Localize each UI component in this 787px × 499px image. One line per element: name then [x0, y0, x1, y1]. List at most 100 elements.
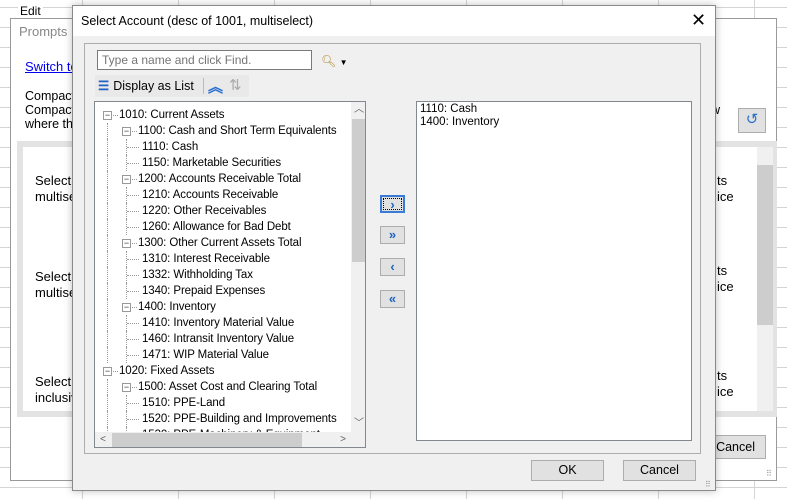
collapse-icon[interactable]: −: [122, 383, 131, 392]
tree-node[interactable]: 1520: PPE-Building and Improvements: [95, 411, 351, 427]
prompt-item-right: ts ice: [717, 173, 734, 204]
collapse-icon[interactable]: −: [122, 303, 131, 312]
selected-accounts-list[interactable]: 1110: Cash 1400: Inventory: [416, 101, 692, 441]
menu-edit[interactable]: Edit: [18, 4, 43, 18]
resize-grip-icon[interactable]: ⠿: [766, 469, 772, 478]
tree-node-label: 1340: Prepaid Expenses: [142, 285, 266, 297]
display-as-list-button[interactable]: ☰ Display as List: [98, 78, 194, 93]
tree-node[interactable]: 1460: Intransit Inventory Value: [95, 331, 351, 347]
collapse-icon[interactable]: −: [122, 175, 131, 184]
tree-node[interactable]: 1260: Allowance for Bad Debt: [95, 219, 351, 235]
tree-guide: [107, 203, 108, 219]
tree-node[interactable]: −1400: Inventory: [95, 299, 351, 315]
tree-node[interactable]: −1500: Asset Cost and Clearing Total: [95, 379, 351, 395]
tree-node[interactable]: 1150: Marketable Securities: [95, 155, 351, 171]
tree-guide: [107, 299, 108, 315]
tree-node[interactable]: 1210: Accounts Receivable: [95, 187, 351, 203]
add-selected-button[interactable]: ›: [380, 195, 405, 213]
scroll-thumb[interactable]: [757, 165, 773, 325]
tree-guide: [127, 147, 139, 148]
remove-selected-button[interactable]: ‹: [380, 258, 405, 276]
tree-node-label: 1471: WIP Material Value: [142, 349, 269, 361]
tree-guide: [127, 355, 139, 356]
tree-node-label: 1460: Intransit Inventory Value: [142, 333, 295, 345]
cancel-button[interactable]: Cancel: [623, 460, 696, 481]
tree-node[interactable]: −1200: Accounts Receivable Total: [95, 171, 351, 187]
undo-button[interactable]: ↺: [738, 108, 766, 133]
tree-node-label: 1220: Other Receivables: [142, 205, 267, 217]
tree-guide: [127, 323, 139, 324]
find-button[interactable]: 🔍︎ ▼: [317, 51, 353, 71]
collapse-icon[interactable]: −: [122, 127, 131, 136]
dialog-title: Select Account (desc of 1001, multiselec…: [81, 14, 314, 28]
tree-node[interactable]: 1410: Inventory Material Value: [95, 315, 351, 331]
tree-guide: [132, 179, 137, 180]
tree-guide: [107, 219, 108, 235]
tree-toolbar: ☰ Display as List ︽ ⇅: [95, 75, 249, 97]
chevron-right-icon: ›: [390, 197, 395, 212]
tree-node-label: 1400: Inventory: [138, 301, 216, 313]
ok-button[interactable]: OK: [531, 460, 604, 481]
resize-grip-icon[interactable]: ⠿: [705, 480, 711, 489]
tree-guide: [127, 227, 139, 228]
tree-node[interactable]: 1332: Withholding Tax: [95, 267, 351, 283]
collapse-icon[interactable]: −: [103, 367, 112, 376]
tree-node[interactable]: −1100: Cash and Short Term Equivalents: [95, 123, 351, 139]
tree-node-label: 1510: PPE-Land: [142, 397, 225, 409]
search-input[interactable]: [97, 50, 312, 70]
tree-guide: [127, 419, 139, 420]
scroll-thumb[interactable]: [352, 119, 365, 262]
tree-node[interactable]: 1110: Cash: [95, 139, 351, 155]
collapse-icon[interactable]: −: [103, 111, 112, 120]
prompts-cancel-button[interactable]: Cancel: [713, 435, 766, 459]
tree-node[interactable]: 1510: PPE-Land: [95, 395, 351, 411]
remove-all-button[interactable]: «: [380, 290, 405, 308]
account-tree[interactable]: −1010: Current Assets −1100: Cash and Sho…: [94, 101, 366, 448]
tree-node[interactable]: −1300: Other Current Assets Total: [95, 235, 351, 251]
close-icon[interactable]: ✕: [691, 10, 706, 30]
list-item[interactable]: 1400: Inventory: [420, 116, 688, 129]
dialog-title-bar: Select Account (desc of 1001, multiselec…: [73, 6, 715, 36]
tree-guide: [127, 163, 139, 164]
tree-node[interactable]: −1020: Fixed Assets: [95, 363, 351, 379]
sort-icon[interactable]: ⇅: [229, 76, 242, 94]
chevron-left-icon[interactable]: <: [95, 432, 111, 447]
tree-node-label: 1010: Current Assets: [119, 109, 225, 121]
toolbar-divider: [203, 78, 204, 94]
tree-node-label: 1500: Asset Cost and Clearing Total: [138, 381, 318, 393]
tree-guide: [127, 403, 139, 404]
tree-guide: [127, 259, 139, 260]
tree-guide: [107, 235, 108, 251]
compact-text: where th: [25, 117, 73, 131]
tree-horizontal-scrollbar[interactable]: < >: [95, 432, 351, 447]
chevron-up-icon[interactable]: ︿: [351, 102, 365, 118]
tree-guide: [107, 267, 108, 283]
tree-guide: [127, 211, 139, 212]
tree-node[interactable]: 1471: WIP Material Value: [95, 347, 351, 363]
collapse-icon[interactable]: −: [122, 239, 131, 248]
switch-link[interactable]: Switch to: [25, 59, 78, 74]
tree-node[interactable]: 1220: Other Receivables: [95, 203, 351, 219]
prompt-scrollbar[interactable]: [757, 147, 773, 411]
prompt-item-right: ts ice: [717, 368, 734, 399]
undo-icon: ↺: [745, 111, 759, 128]
list-item[interactable]: 1110: Cash: [420, 103, 688, 116]
tree-node-label: 1332: Withholding Tax: [142, 269, 253, 281]
tree-guide: [107, 411, 108, 427]
tree-guide: [132, 243, 137, 244]
tree-node[interactable]: 1340: Prepaid Expenses: [95, 283, 351, 299]
tree-guide: [127, 195, 139, 196]
tree-node-label: 1200: Accounts Receivable Total: [138, 173, 301, 185]
collapse-all-icon[interactable]: ︽: [208, 76, 223, 97]
chevron-right-icon[interactable]: >: [335, 432, 351, 447]
tree-guide: [107, 155, 108, 171]
chevron-down-icon[interactable]: ﹀: [351, 416, 365, 432]
tree-guide: [113, 115, 118, 116]
add-all-button[interactable]: »: [380, 226, 405, 244]
tree-vertical-scrollbar[interactable]: ︿ ﹀: [351, 102, 365, 432]
magnifier-icon: 🔍︎: [321, 54, 337, 68]
tree-node[interactable]: 1310: Interest Receivable: [95, 251, 351, 267]
scroll-thumb[interactable]: [112, 433, 302, 447]
chevron-down-icon: ▼: [339, 58, 348, 67]
tree-node[interactable]: −1010: Current Assets: [95, 107, 351, 123]
